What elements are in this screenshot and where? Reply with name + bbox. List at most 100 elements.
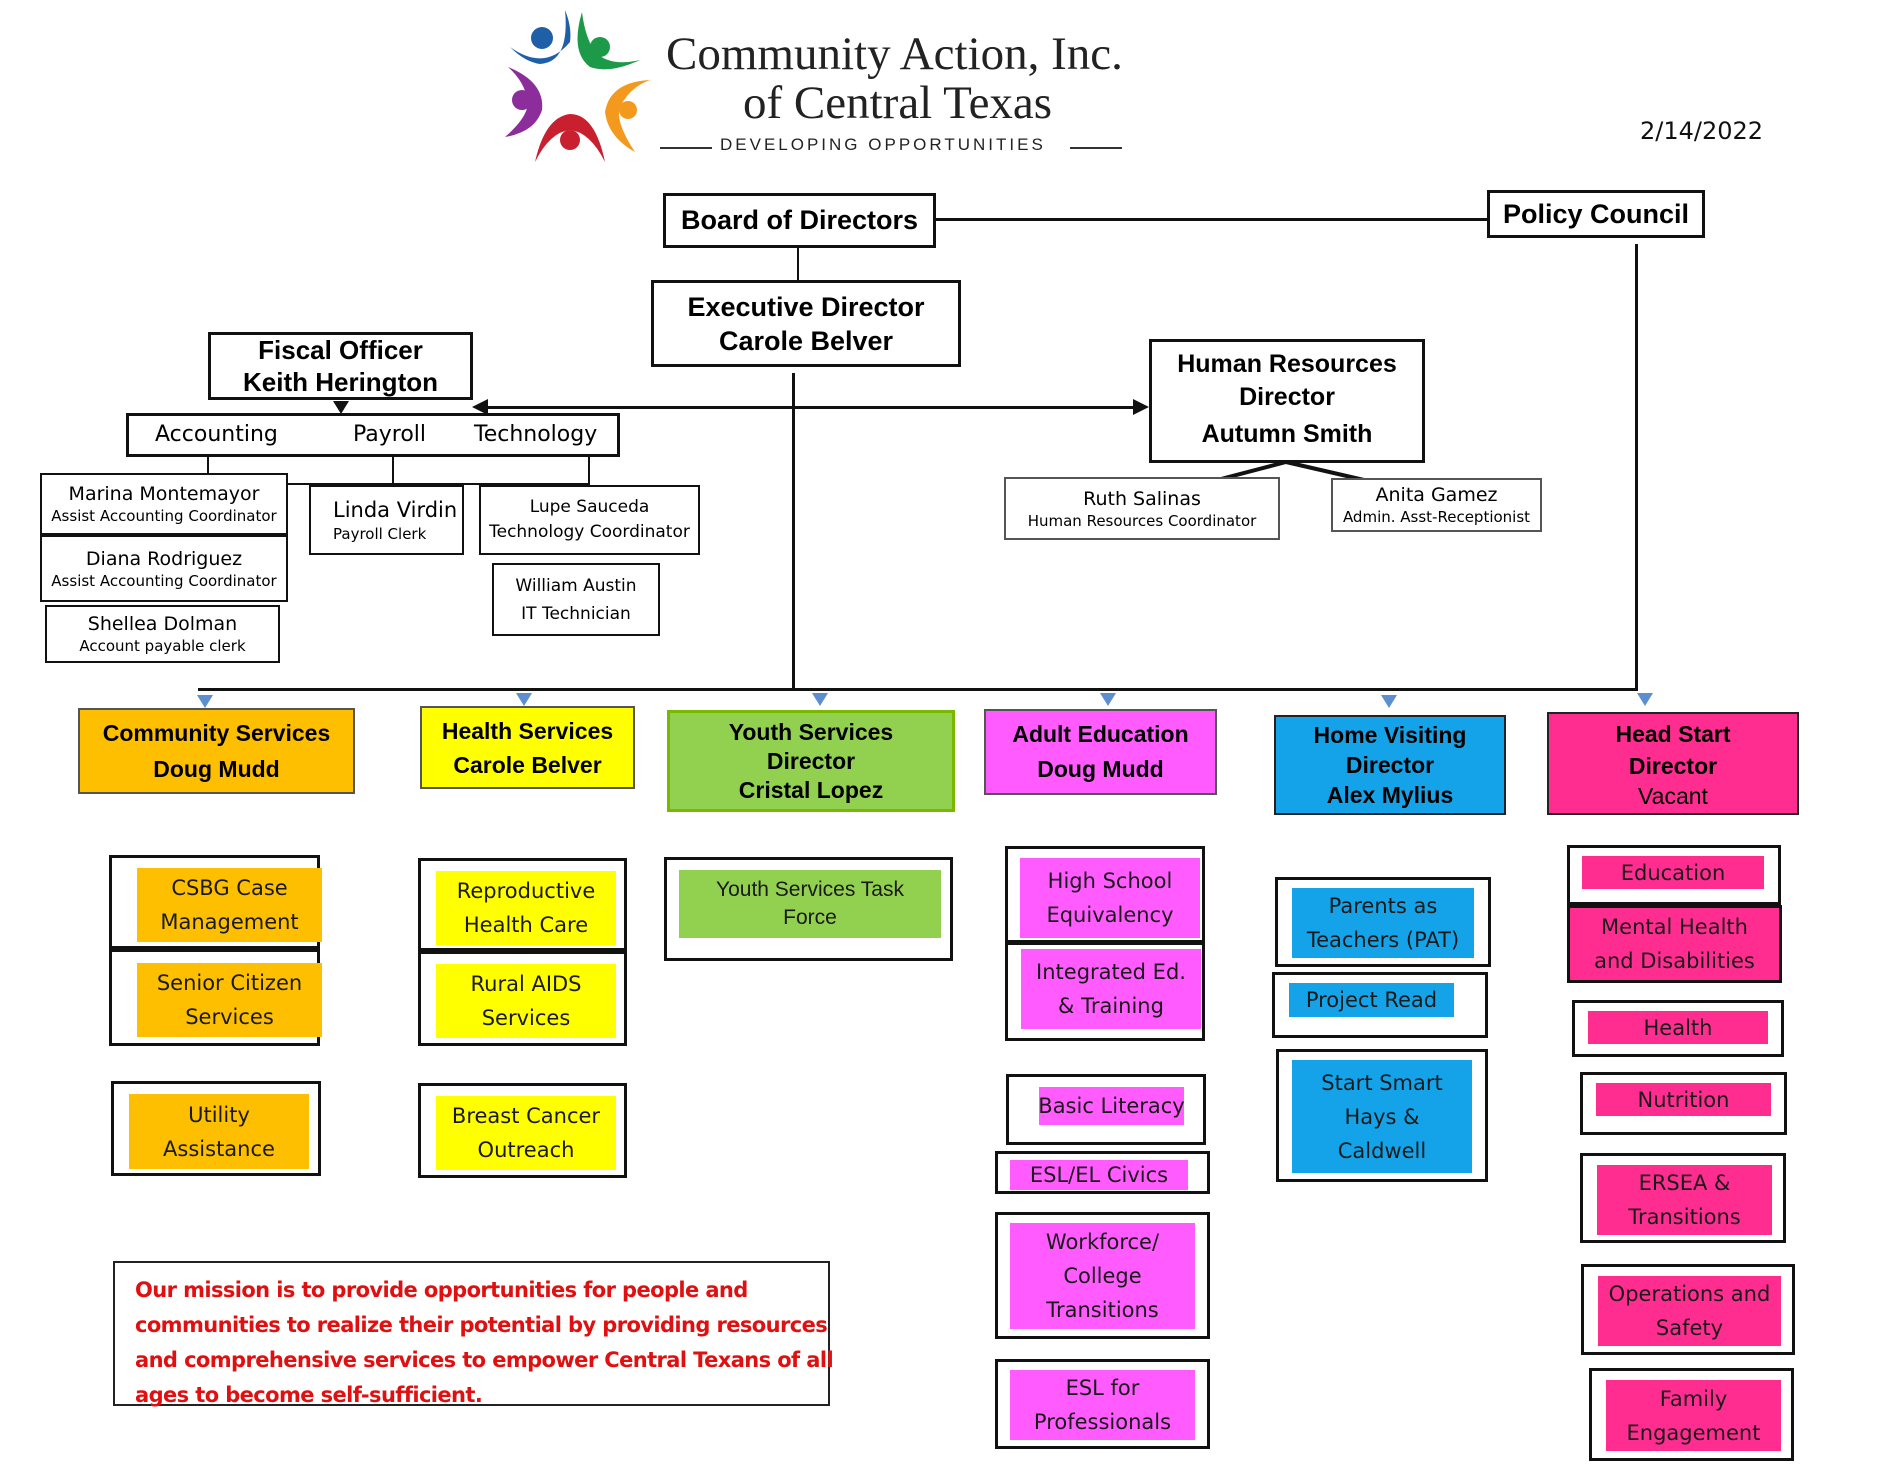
org-name-line1: Community Action, Inc. xyxy=(666,28,1123,80)
program-card-health[interactable]: Rural AIDS Services xyxy=(418,951,627,1046)
logo-people-icon xyxy=(505,10,650,162)
staff-title: IT Technician xyxy=(521,603,631,624)
program-card-headstart[interactable]: Health xyxy=(1572,1000,1784,1057)
arrow-community-icon xyxy=(197,695,213,708)
policy-council-label: Policy Council xyxy=(1502,198,1690,229)
board-policy-connector xyxy=(936,218,1488,221)
program-label-line: Rural AIDS xyxy=(470,972,582,996)
program-label-line: Mental Health xyxy=(1601,915,1748,939)
program-card-headstart[interactable]: Mental Health and Disabilities xyxy=(1567,905,1782,983)
program-card-health[interactable]: Breast Cancer Outreach xyxy=(418,1083,627,1178)
logo: Community Action, Inc. of Central Texas … xyxy=(500,2,1125,164)
staff-card[interactable]: Linda Virdin Payroll Clerk xyxy=(309,485,464,555)
staff-card[interactable]: Ruth Salinas Human Resources Coordinator xyxy=(1004,477,1280,540)
program-label: Parents as Teachers (PAT) xyxy=(1292,888,1474,958)
staff-name: William Austin xyxy=(515,575,637,596)
program-card-adult[interactable]: High School Equivalency xyxy=(1005,846,1205,943)
program-label: Workforce/College Transitions xyxy=(1010,1223,1195,1329)
division-home-visiting[interactable]: Home Visiting Director Alex Mylius xyxy=(1274,715,1506,815)
division-title: Community Services xyxy=(102,720,331,746)
division-adult-education[interactable]: Adult Education Doug Mudd xyxy=(984,709,1217,795)
program-card-health[interactable]: Reproductive Health Care xyxy=(418,858,627,951)
program-label-line: Transitions xyxy=(1628,1205,1741,1229)
divisions-bus-line xyxy=(198,688,1638,691)
staff-name: Lupe Sauceda xyxy=(529,497,650,517)
chart-date: 2/14/2022 xyxy=(1640,117,1764,145)
program-label-line: Integrated Ed. xyxy=(1036,960,1186,984)
program-card-adult[interactable]: ESL/EL Civics xyxy=(995,1151,1210,1194)
division-health-services[interactable]: Health Services Carole Belver xyxy=(420,706,635,789)
division-head: Carole Belver xyxy=(453,751,602,778)
hr-title-line2: Director xyxy=(1239,383,1335,411)
program-label: Operations and Safety xyxy=(1598,1276,1781,1346)
program-card-headstart[interactable]: Nutrition xyxy=(1580,1072,1787,1135)
division-head: Alex Mylius xyxy=(1326,782,1454,808)
dept-payroll[interactable]: Payroll xyxy=(353,422,426,447)
program-card-headstart[interactable]: Family Engagement xyxy=(1589,1368,1794,1461)
program-card-home[interactable]: Start Smart Hays & Caldwell xyxy=(1276,1049,1488,1182)
division-head-start[interactable]: Head Start Director Vacant xyxy=(1547,712,1799,815)
board-of-directors-box[interactable]: Board of Directors xyxy=(663,193,936,248)
program-label-line: Health Care xyxy=(463,913,589,937)
division-community-services[interactable]: Community Services Doug Mudd xyxy=(78,708,355,794)
program-card-community[interactable]: CSBG Case Management xyxy=(109,855,322,949)
program-label-line: Family xyxy=(1659,1386,1728,1411)
division-subtitle: Director xyxy=(1345,752,1435,778)
program-label-line: Senior Citizen xyxy=(156,971,303,995)
program-card-home[interactable]: Project Read xyxy=(1272,972,1488,1038)
program-card-community[interactable]: Senior Citizen Services xyxy=(109,949,322,1046)
policy-council-box[interactable]: Policy Council xyxy=(1487,190,1705,238)
staff-title: Account payable clerk xyxy=(79,637,246,655)
staff-card[interactable]: Lupe Sauceda Technology Coordinator xyxy=(479,485,700,555)
program-label-line: Education xyxy=(1620,860,1726,885)
division-title: Youth Services xyxy=(728,718,894,745)
staff-card[interactable]: Diana Rodriguez Assist Accounting Coordi… xyxy=(40,535,288,602)
program-card-community[interactable]: Utility Assistance xyxy=(111,1081,321,1176)
staff-name: Ruth Salinas xyxy=(1083,487,1201,510)
program-card-adult[interactable]: Workforce/College Transitions xyxy=(995,1212,1210,1339)
staff-card[interactable]: Shellea Dolman Account payable clerk xyxy=(45,605,280,663)
staff-card[interactable]: Anita Gamez Admin. Asst-Receptionist xyxy=(1331,478,1542,532)
program-label-line: Teachers (PAT) xyxy=(1306,928,1460,952)
division-title: Home Visiting xyxy=(1313,722,1467,748)
program-label: ERSEA & Transitions xyxy=(1597,1165,1772,1235)
program-label-line: Reproductive xyxy=(456,879,596,903)
fiscal-officer-box[interactable]: Fiscal Officer Keith Herington xyxy=(208,332,473,400)
technology-stem xyxy=(588,457,590,484)
hr-name: Autumn Smith xyxy=(1201,420,1373,448)
program-label-line: Caldwell xyxy=(1337,1138,1427,1163)
staff-card[interactable]: Marina Montemayor Assist Accounting Coor… xyxy=(40,473,288,535)
program-label: ESL/EL Civics xyxy=(1010,1160,1188,1190)
program-card-adult[interactable]: ESL for Professionals xyxy=(995,1359,1210,1449)
dept-accounting[interactable]: Accounting xyxy=(155,422,278,447)
fiscal-hr-line xyxy=(486,406,1138,409)
program-card-home[interactable]: Parents as Teachers (PAT) xyxy=(1275,877,1491,967)
program-card-headstart[interactable]: Operations and Safety xyxy=(1581,1264,1795,1355)
program-label-line: Hays & xyxy=(1344,1104,1420,1129)
dept-technology[interactable]: Technology xyxy=(474,422,597,447)
program-label-line: Breast Cancer xyxy=(451,1104,601,1128)
program-card-adult[interactable]: Integrated Ed. & Training xyxy=(1005,942,1205,1041)
staff-card[interactable]: William Austin IT Technician xyxy=(492,563,660,636)
board-exec-connector xyxy=(797,248,799,280)
program-card-headstart[interactable]: ERSEA & Transitions xyxy=(1580,1153,1786,1243)
program-label-line: Outreach xyxy=(477,1138,575,1162)
program-card-headstart[interactable]: Education xyxy=(1567,845,1781,905)
mission-line: Our mission is to provide opportunities … xyxy=(135,1278,748,1302)
division-youth-services[interactable]: Youth Services Director Cristal Lopez xyxy=(667,710,955,812)
program-label-line: Professionals xyxy=(1033,1410,1172,1434)
staff-title: Admin. Asst-Receptionist xyxy=(1342,508,1531,526)
program-label-line: ERSEA & xyxy=(1638,1171,1731,1195)
staff-name: Shellea Dolman xyxy=(87,613,238,635)
division-head: Doug Mudd xyxy=(1037,756,1164,782)
program-card-adult[interactable]: Basic Literacy xyxy=(1006,1074,1206,1145)
program-label: Youth Services Task Force xyxy=(679,870,941,938)
executive-director-box[interactable]: Executive Director Carole Belver xyxy=(651,280,961,367)
hr-director-box[interactable]: Human Resources Director Autumn Smith xyxy=(1149,339,1425,463)
mission-line: communities to realize their potential b… xyxy=(135,1313,828,1337)
division-subtitle: Director xyxy=(1628,752,1718,779)
staff-title: Human Resources Coordinator xyxy=(1027,511,1257,530)
division-head: Doug Mudd xyxy=(153,756,280,782)
payroll-stem xyxy=(392,457,394,484)
program-card-youth[interactable]: Youth Services Task Force xyxy=(664,857,953,961)
